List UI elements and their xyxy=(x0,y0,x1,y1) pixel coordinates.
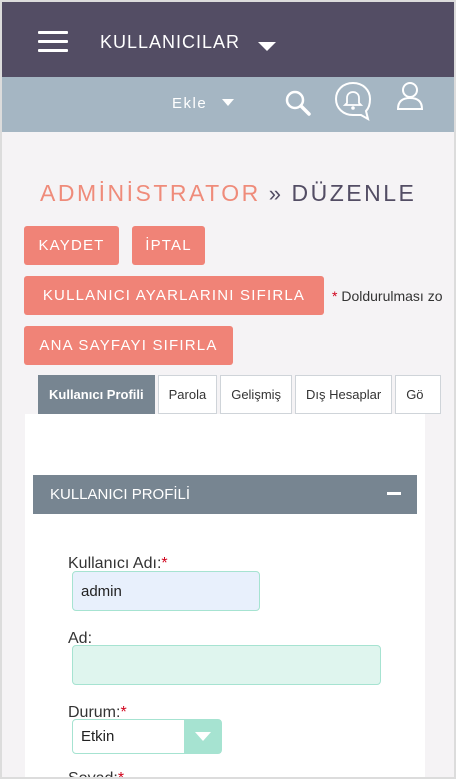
next-field-label: Soyad:* xyxy=(68,770,124,779)
section-title: KULLANICI PROFİLİ xyxy=(50,486,191,503)
chevron-down-icon[interactable] xyxy=(222,99,234,106)
breadcrumb-parent[interactable]: ADMİNİSTRATOR xyxy=(40,180,261,206)
user-icon[interactable] xyxy=(396,81,424,111)
username-field[interactable]: admin xyxy=(72,571,260,611)
dropdown-arrow-icon[interactable] xyxy=(184,720,221,753)
required-fields-note: * Doldurulması zo xyxy=(332,288,443,304)
tab-external-accounts[interactable]: Dış Hesaplar xyxy=(295,375,393,414)
reset-homepage-button[interactable]: ANA SAYFAYI SIFIRLA xyxy=(24,326,233,365)
collapse-icon[interactable] xyxy=(387,492,401,495)
required-note-text: Doldurulması zo xyxy=(341,288,443,304)
search-icon[interactable] xyxy=(284,89,312,117)
module-title[interactable]: KULLANICILAR xyxy=(100,32,240,53)
tab-truncated[interactable]: Gö xyxy=(395,375,441,414)
reset-user-settings-button[interactable]: KULLANICI AYARLARINI SIFIRLA xyxy=(24,276,324,315)
tab-user-profile[interactable]: Kullanıcı Profili xyxy=(38,375,155,414)
section-header[interactable]: KULLANICI PROFİLİ xyxy=(33,475,417,514)
menu-icon[interactable] xyxy=(38,31,68,53)
username-label-text: Kullanıcı Adı: xyxy=(68,555,162,572)
status-select-value: Etkin xyxy=(81,728,115,745)
add-menu-button[interactable]: Ekle xyxy=(172,95,207,112)
next-label-text: Soyad: xyxy=(68,770,118,779)
save-button[interactable]: KAYDET xyxy=(24,226,119,265)
name-field[interactable] xyxy=(72,645,381,685)
chevron-down-icon[interactable] xyxy=(258,42,276,51)
breadcrumb-separator: » xyxy=(268,181,284,206)
top-navigation-bar: KULLANICILAR xyxy=(2,2,454,77)
tab-advanced[interactable]: Gelişmiş xyxy=(220,375,293,414)
tab-password[interactable]: Parola xyxy=(157,375,218,414)
notification-bell-icon[interactable] xyxy=(334,81,372,122)
action-bar: Ekle xyxy=(2,77,454,132)
tab-bar: Kullanıcı Profili Parola Gelişmiş Dış He… xyxy=(38,375,444,414)
status-select[interactable]: Etkin xyxy=(72,719,222,754)
cancel-button[interactable]: İPTAL xyxy=(132,226,205,265)
breadcrumb: ADMİNİSTRATOR » DÜZENLE xyxy=(40,180,416,207)
breadcrumb-current: DÜZENLE xyxy=(291,180,417,206)
